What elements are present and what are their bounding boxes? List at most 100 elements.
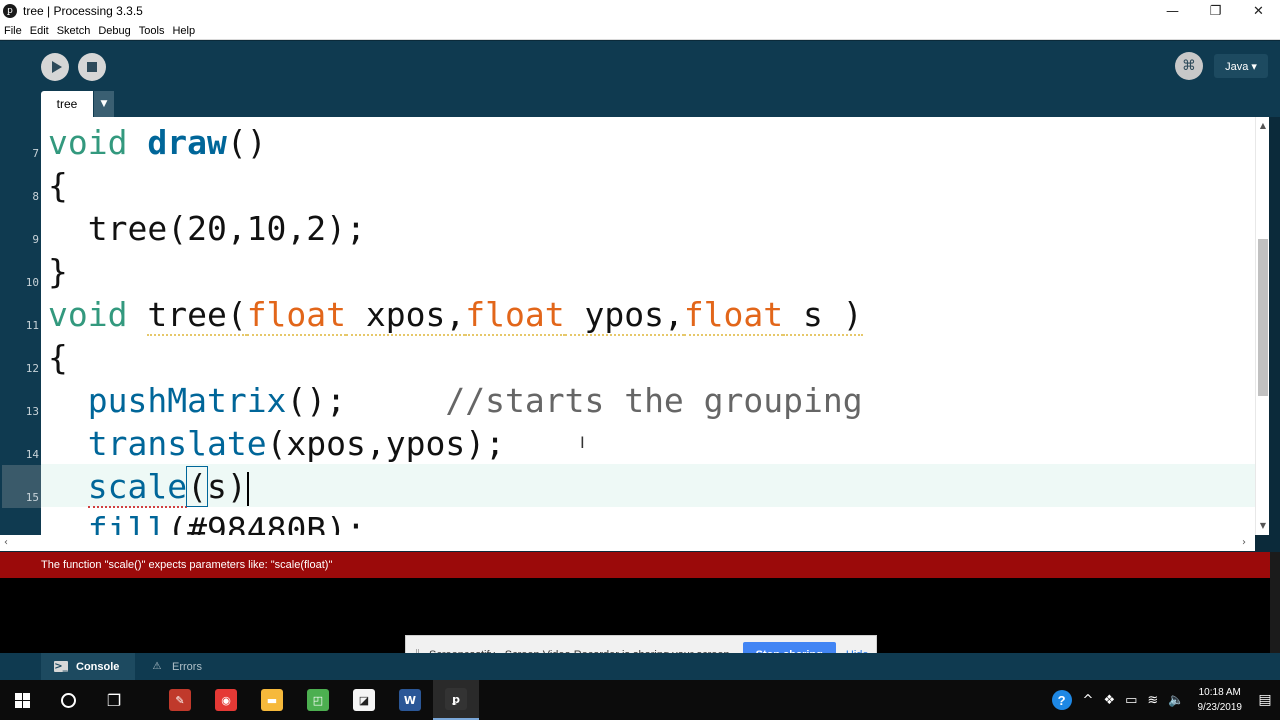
- menu-debug[interactable]: Debug: [94, 25, 134, 37]
- code-editor[interactable]: I void draw(){ tree(20,10,2);} void tree(…: [41, 117, 1255, 535]
- mode-selector[interactable]: Java ▾: [1214, 54, 1268, 78]
- cortana-search-button[interactable]: [46, 680, 90, 720]
- minimize-icon[interactable]: —: [1151, 0, 1194, 22]
- scroll-up-icon[interactable]: ▲: [1256, 121, 1270, 130]
- scrollbar-thumb[interactable]: [1258, 239, 1268, 396]
- start-button[interactable]: [0, 680, 44, 720]
- line-number: 10: [25, 276, 39, 289]
- line-number: 7: [32, 147, 39, 160]
- tab-errors[interactable]: ⚠ Errors: [140, 653, 220, 680]
- scroll-right-icon[interactable]: ›: [1242, 537, 1246, 548]
- line-number: 15: [2, 465, 41, 508]
- clock-time: 10:18 AM: [1198, 687, 1241, 698]
- debugger-icon[interactable]: ⌘: [1175, 52, 1203, 80]
- windows-logo-icon: [14, 692, 30, 708]
- code-line[interactable]: fill(#98480B);: [48, 508, 366, 535]
- line-number: 9: [32, 233, 39, 246]
- run-button[interactable]: [41, 53, 69, 81]
- horizontal-scrollbar[interactable]: ‹ ›: [0, 535, 1255, 551]
- line-number: 13: [25, 405, 39, 418]
- code-token: fill: [87, 510, 168, 535]
- chevron-up-icon[interactable]: ^: [1083, 693, 1094, 708]
- restore-icon[interactable]: ❐: [1194, 0, 1237, 22]
- file-explorer-icon: ▬: [261, 689, 283, 711]
- green-app-button[interactable]: ◰: [295, 680, 341, 720]
- dropbox-icon[interactable]: ❖: [1103, 693, 1115, 708]
- code-token: void: [48, 295, 148, 334]
- clock[interactable]: 10:18 AM 9/23/2019: [1198, 685, 1243, 715]
- code-token: (xpos,ypos);: [266, 424, 505, 463]
- file-explorer-button[interactable]: ▬: [249, 680, 295, 720]
- green-app-icon: ◰: [307, 689, 329, 711]
- code-token: float: [246, 295, 347, 336]
- console-edge: [1270, 552, 1280, 653]
- clock-date: 9/23/2019: [1197, 702, 1243, 713]
- line-number-gutter: 7 8 9 10 11 12 13 14 1516: [0, 117, 41, 535]
- code-token: translate: [87, 424, 267, 463]
- battery-icon[interactable]: ▭: [1125, 693, 1137, 708]
- code-line[interactable]: pushMatrix(); //starts the grouping: [48, 379, 863, 422]
- notification-icon[interactable]: ▤: [1250, 680, 1280, 720]
- tray-icon-group: ^ ❖ ▭ ≋ 🔈: [1078, 691, 1190, 709]
- line-number: 8: [32, 190, 39, 203]
- code-line[interactable]: {: [48, 336, 68, 379]
- sticky-notes-button[interactable]: ◪: [341, 680, 387, 720]
- processing-taskbar-button[interactable]: ꝑ: [433, 680, 479, 720]
- code-line[interactable]: translate(xpos,ypos);: [48, 422, 505, 465]
- code-token: }: [48, 252, 68, 291]
- menu-sketch[interactable]: Sketch: [53, 25, 95, 37]
- console-icon: >_: [54, 661, 68, 672]
- code-token: s): [206, 467, 247, 506]
- tab-errors-label: Errors: [172, 660, 202, 673]
- code-token: ();: [286, 381, 446, 420]
- menu-tools[interactable]: Tools: [135, 25, 169, 37]
- code-line[interactable]: scale(s): [48, 465, 249, 508]
- error-message-bar: The function "scale()" expects parameter…: [0, 552, 1270, 578]
- processing-ide-screen: ꝑ tree | Processing 3.3.5 — ❐ ✕ File Edi…: [0, 0, 1280, 720]
- sticky-notes-icon: ◪: [353, 689, 375, 711]
- warning-icon: ⚠: [152, 661, 162, 672]
- toolbar: ⌘ Java ▾: [0, 41, 1280, 91]
- window-controls: — ❐ ✕: [1151, 0, 1280, 22]
- cortana-icon: [60, 692, 76, 708]
- code-line[interactable]: {: [48, 164, 68, 207]
- code-token: draw: [147, 123, 227, 162]
- code-line[interactable]: }: [48, 250, 68, 293]
- vertical-scrollbar[interactable]: ▲ ▼: [1255, 117, 1269, 535]
- word-button[interactable]: W: [387, 680, 433, 720]
- code-token: tree(: [147, 295, 247, 336]
- scroll-left-icon[interactable]: ‹: [4, 537, 8, 548]
- help-icon[interactable]: ?: [1051, 690, 1072, 710]
- close-icon[interactable]: ✕: [1237, 0, 1280, 22]
- code-token: float: [465, 295, 565, 336]
- scroll-down-icon[interactable]: ▼: [1256, 521, 1270, 530]
- code-line[interactable]: void draw(): [48, 121, 267, 164]
- system-tray: ? ^ ❖ ▭ ≋ 🔈 10:18 AM 9/23/2019 ▤: [1051, 680, 1280, 720]
- code-token: ypos,: [564, 295, 684, 336]
- volume-icon[interactable]: 🔈: [1168, 693, 1184, 708]
- menu-help[interactable]: Help: [168, 25, 199, 37]
- error-message: The function "scale()" expects parameter…: [41, 559, 333, 571]
- menu-bar: File Edit Sketch Debug Tools Help: [0, 22, 1280, 40]
- code-line[interactable]: tree(20,10,2);: [48, 207, 366, 250]
- processing-taskbar-icon: ꝑ: [445, 688, 467, 710]
- chrome-button[interactable]: ◉: [203, 680, 249, 720]
- code-token: (#98480B);: [167, 510, 366, 535]
- line-number: 12: [25, 362, 39, 375]
- code-line[interactable]: void tree(float xpos,float ypos,float s …: [48, 293, 863, 336]
- task-view-icon[interactable]: ❐: [92, 680, 136, 720]
- tab-console[interactable]: >_ Console: [41, 653, 135, 680]
- tab-menu-arrow-icon[interactable]: ▼: [94, 91, 114, 117]
- code-token: xpos,: [346, 295, 466, 336]
- wifi-icon[interactable]: ≋: [1147, 693, 1158, 708]
- menu-edit[interactable]: Edit: [26, 25, 53, 37]
- paint-app-button[interactable]: ✎: [157, 680, 203, 720]
- play-icon: [51, 61, 62, 73]
- code-token: void: [48, 123, 148, 162]
- menu-file[interactable]: File: [0, 25, 26, 37]
- text-caret: [246, 471, 249, 506]
- stop-button[interactable]: [78, 53, 106, 81]
- tab-tree[interactable]: tree: [41, 91, 93, 117]
